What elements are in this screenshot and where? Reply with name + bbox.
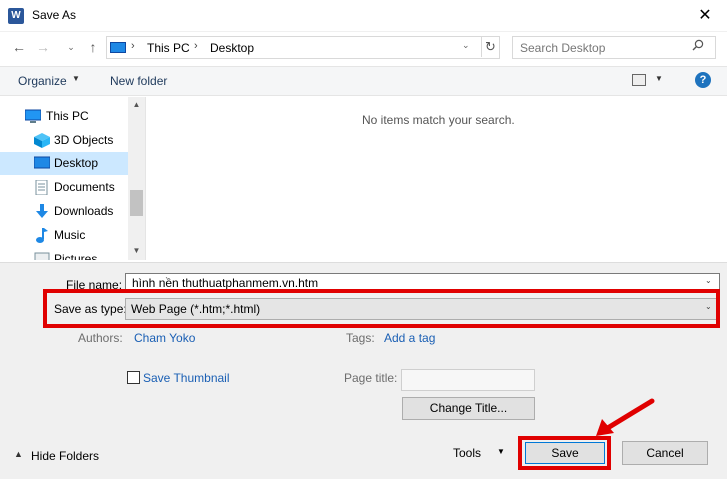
music-icon [34,228,50,243]
refresh-icon[interactable]: ↻ [481,37,499,57]
breadcrumb-desktop[interactable]: Desktop [210,41,254,55]
window-title: Save As [32,8,77,22]
nav-item-pictures[interactable]: Pictures [0,248,128,260]
nav-item-label: Desktop [54,156,99,170]
tags-label: Tags: [346,331,375,345]
navigation-pane: This PC 3D Objects Desktop Documents Dow… [0,97,146,260]
recent-locations-chevron-icon[interactable]: ⌄ [60,36,82,58]
search-input[interactable]: Search Desktop [520,41,605,55]
scrollbar-thumb[interactable] [130,190,143,216]
back-arrow-icon[interactable]: ← [8,36,30,58]
save-as-type-highlight-box [43,289,720,328]
page-title-field[interactable] [401,369,535,391]
nav-item-label: 3D Objects [54,133,114,147]
breadcrumb-separator-icon[interactable]: › [131,40,135,52]
change-view-icon[interactable] [632,74,646,86]
forward-arrow-icon[interactable]: → [32,36,54,58]
authors-label: Authors: [78,331,123,345]
cancel-button[interactable]: Cancel [622,441,708,465]
word-app-icon: W [8,8,24,24]
nav-item-desktop[interactable]: Desktop [0,152,128,175]
up-arrow-icon[interactable]: ↑ [82,36,104,58]
organize-button[interactable]: Organize [18,74,67,88]
nav-item-downloads[interactable]: Downloads [0,200,128,223]
chevron-down-icon[interactable]: ▼ [72,74,80,83]
tools-button[interactable]: Tools [453,446,481,460]
nav-item-music[interactable]: Music [0,224,128,247]
chevron-down-icon[interactable]: ▼ [497,447,505,456]
chevron-down-icon[interactable]: ▼ [655,74,663,83]
save-thumbnail-checkbox[interactable] [127,371,140,384]
scroll-down-arrow-icon[interactable]: ▼ [128,246,145,255]
close-button[interactable]: ✕ [683,0,727,32]
pictures-icon [34,252,50,260]
pc-icon [110,42,126,53]
nav-item-label: Music [54,228,86,242]
nav-item-label: This PC [46,109,89,123]
save-thumbnail-label[interactable]: Save Thumbnail [143,371,230,385]
document-icon [34,179,50,196]
empty-folder-message: No items match your search. [362,113,515,127]
nav-item-label: Downloads [54,204,114,218]
desktop-icon [33,156,51,171]
change-title-button[interactable]: Change Title... [402,397,535,420]
help-icon[interactable]: ? [695,72,711,88]
pc-icon [24,109,42,124]
red-pointer-arrow-icon [580,395,660,443]
nav-scrollbar[interactable] [128,97,145,260]
chevron-up-icon[interactable]: ▲ [14,449,23,459]
scroll-up-arrow-icon[interactable]: ▲ [128,100,145,109]
new-folder-button[interactable]: New folder [110,74,167,88]
nav-item-3d-objects[interactable]: 3D Objects [0,129,128,152]
search-icon [692,39,704,54]
address-dropdown-chevron-icon[interactable]: ⌄ [462,40,470,51]
tags-field[interactable]: Add a tag [384,331,435,345]
nav-item-label: Documents [54,180,115,194]
authors-field[interactable]: Cham Yoko [134,331,195,345]
download-icon [34,204,50,219]
breadcrumb-separator-icon[interactable]: › [194,40,198,52]
chevron-down-icon[interactable]: ⌄ [705,276,712,285]
nav-item-label: Pictures [54,252,98,260]
nav-item-this-pc[interactable]: This PC [0,105,128,128]
nav-item-documents[interactable]: Documents [0,176,128,199]
breadcrumb-this-pc[interactable]: This PC [147,41,190,55]
page-title-label: Page title: [344,371,398,385]
hide-folders-button[interactable]: Hide Folders [31,449,99,463]
cube-icon [34,133,50,148]
title-bar [0,0,727,32]
